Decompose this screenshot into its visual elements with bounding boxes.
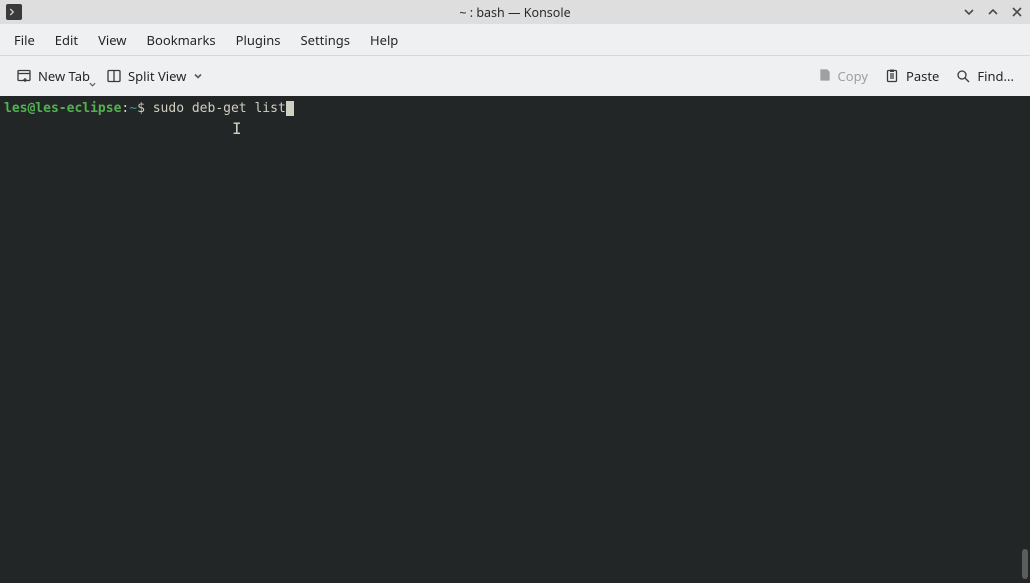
menubar: File Edit View Bookmarks Plugins Setting… (0, 24, 1030, 56)
menu-plugins[interactable]: Plugins (226, 25, 291, 55)
search-icon (955, 68, 971, 84)
terminal-cursor (286, 101, 294, 116)
split-view-label: Split View (128, 67, 186, 85)
scrollbar-thumb[interactable] (1022, 549, 1028, 579)
split-view-button[interactable]: Split View (98, 62, 210, 90)
menu-settings[interactable]: Settings (291, 25, 360, 55)
konsole-app-icon (6, 4, 22, 20)
text-cursor-ibeam-icon: I (232, 120, 242, 138)
command-text: sudo deb-get list (153, 101, 286, 116)
new-tab-button[interactable]: New Tab (8, 62, 98, 90)
prompt-path: ~ (129, 101, 137, 116)
new-tab-label: New Tab (38, 67, 90, 85)
menu-bookmarks[interactable]: Bookmarks (137, 25, 226, 55)
close-button[interactable] (1010, 5, 1024, 19)
find-button[interactable]: Find... (947, 62, 1022, 90)
paste-label: Paste (906, 67, 939, 85)
menu-edit[interactable]: Edit (45, 25, 88, 55)
maximize-button[interactable] (986, 5, 1000, 19)
scrollbar[interactable] (1020, 96, 1030, 583)
copy-icon (816, 68, 832, 84)
menu-file[interactable]: File (4, 25, 45, 55)
window-title: ~ : bash — Konsole (0, 4, 1030, 21)
chevron-down-icon[interactable] (194, 68, 202, 84)
copy-label: Copy (838, 67, 868, 85)
terminal-area: les@les-eclipse:~$ sudo deb-get list I (0, 96, 1030, 583)
paste-button[interactable]: Paste (876, 62, 947, 90)
split-view-icon (106, 68, 122, 84)
toolbar: New Tab Split View Copy Paste (0, 56, 1030, 96)
window-controls (962, 5, 1024, 19)
find-label: Find... (977, 67, 1014, 85)
titlebar: ~ : bash — Konsole (0, 0, 1030, 24)
paste-icon (884, 68, 900, 84)
terminal[interactable]: les@les-eclipse:~$ sudo deb-get list I (0, 96, 1020, 583)
menu-help[interactable]: Help (360, 25, 408, 55)
prompt-user: les@les-eclipse (4, 101, 121, 116)
menu-view[interactable]: View (88, 25, 136, 55)
copy-button: Copy (808, 62, 876, 90)
prompt-dollar: $ (137, 101, 153, 116)
konsole-window: ~ : bash — Konsole File Edit View Bookma… (0, 0, 1030, 583)
minimize-button[interactable] (962, 5, 976, 19)
new-tab-icon (16, 68, 32, 84)
chevron-down-icon[interactable] (89, 74, 96, 92)
